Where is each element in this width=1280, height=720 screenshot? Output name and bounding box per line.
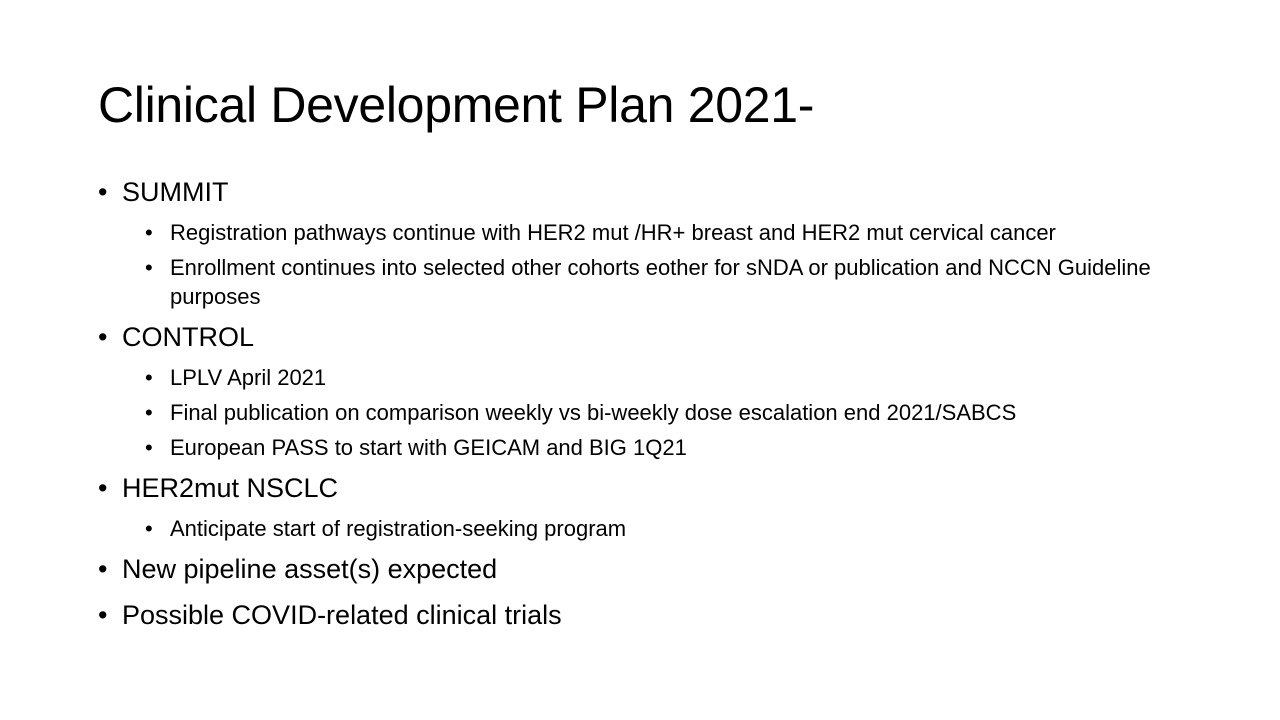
bullet-covid-trials-label: Possible COVID-related clinical trials	[122, 600, 562, 630]
bullet-dot: •	[98, 473, 108, 503]
sub-bullet: • Final publication on comparison weekly…	[98, 398, 1180, 427]
sub-bullet-text: Anticipate start of registration-seeking…	[170, 516, 627, 541]
bullet-dot: •	[145, 255, 153, 280]
bullet-new-pipeline-label: New pipeline asset(s) expected	[122, 554, 498, 584]
sub-bullet: • Anticipate start of registration-seeki…	[98, 514, 1180, 543]
sub-bullet-text: LPLV April 2021	[170, 365, 327, 390]
sub-bullet-text: Registration pathways continue with HER2…	[170, 220, 1056, 245]
slide-title: Clinical Development Plan 2021-	[98, 77, 815, 133]
sub-bullet: • Registration pathways continue with HE…	[98, 218, 1180, 247]
bullet-dot: •	[98, 177, 108, 207]
slide: Clinical Development Plan 2021- • SUMMIT…	[0, 0, 1280, 720]
bullet-dot: •	[145, 435, 153, 460]
bullet-dot: •	[98, 600, 108, 630]
bullet-control: • CONTROL	[98, 317, 1180, 357]
sub-bullet-text: Enrollment continues into selected other…	[170, 255, 1151, 309]
bullet-covid-trials: • Possible COVID-related clinical trials	[98, 595, 1180, 635]
sub-bullet: • LPLV April 2021	[98, 363, 1180, 392]
sub-bullet: • European PASS to start with GEICAM and…	[98, 433, 1180, 462]
sub-bullet: • Enrollment continues into selected oth…	[98, 253, 1180, 311]
bullet-new-pipeline: • New pipeline asset(s) expected	[98, 549, 1180, 589]
bullet-her2mut-nsclc-label: HER2mut NSCLC	[122, 473, 339, 503]
bullet-summit-label: SUMMIT	[122, 177, 229, 207]
bullet-summit: • SUMMIT	[98, 172, 1180, 212]
bullet-dot: •	[98, 554, 108, 584]
sub-bullet-text: European PASS to start with GEICAM and B…	[170, 435, 687, 460]
sub-bullet-text: Final publication on comparison weekly v…	[170, 400, 1017, 425]
bullet-dot: •	[145, 400, 153, 425]
bullet-dot: •	[145, 365, 153, 390]
bullet-control-label: CONTROL	[122, 322, 255, 352]
bullet-her2mut-nsclc: • HER2mut NSCLC	[98, 468, 1180, 508]
slide-body: • SUMMIT • Registration pathways continu…	[98, 172, 1180, 635]
bullet-dot: •	[145, 516, 153, 541]
bullet-dot: •	[145, 220, 153, 245]
bullet-dot: •	[98, 322, 108, 352]
